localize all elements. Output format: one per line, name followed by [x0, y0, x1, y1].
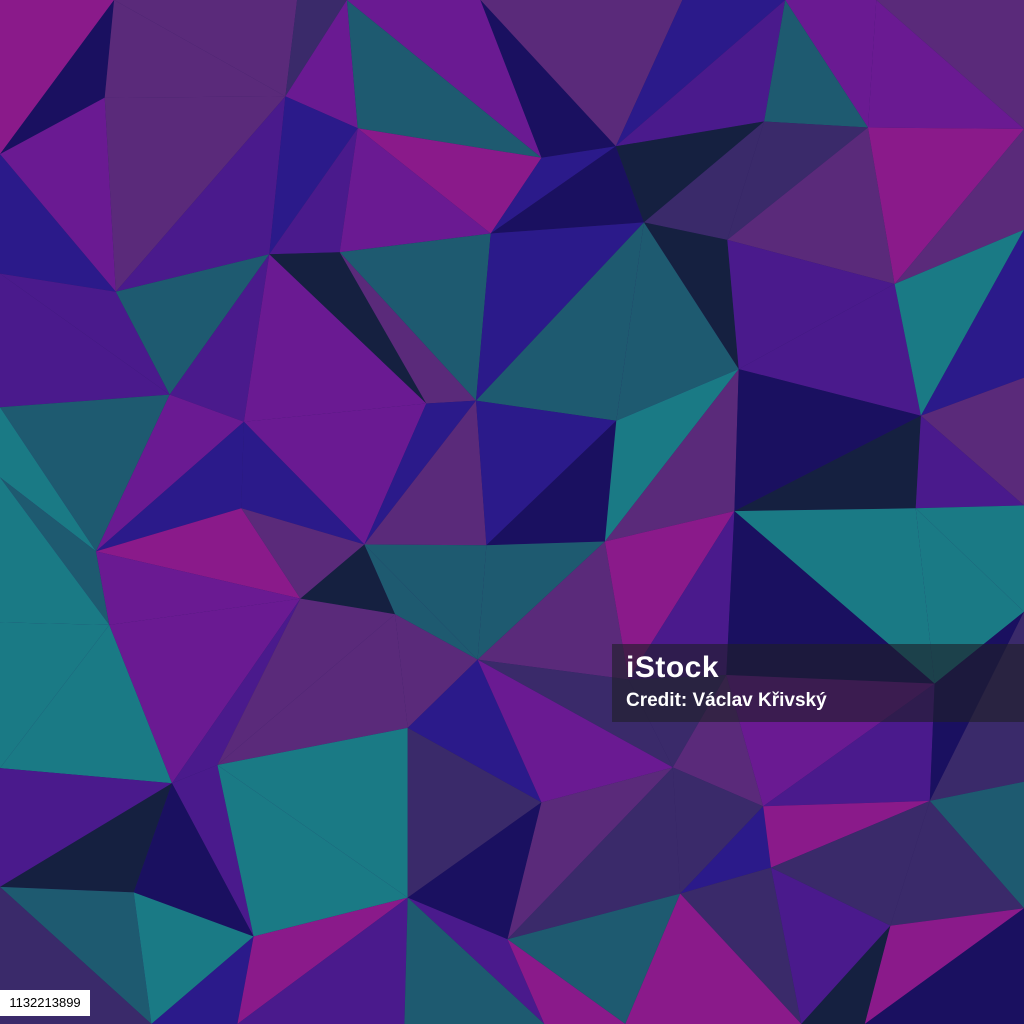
- istock-logo: iStock: [626, 651, 720, 684]
- low-poly-pattern: [0, 0, 1024, 1024]
- polygon-background-image: iStock Credit: Václav Křivský 1132213899: [0, 0, 1024, 1024]
- photo-credit: Credit: Václav Křivský: [626, 690, 827, 711]
- image-id-label: 1132213899: [0, 990, 90, 1016]
- istock-watermark: iStock Credit: Václav Křivský: [612, 644, 1024, 722]
